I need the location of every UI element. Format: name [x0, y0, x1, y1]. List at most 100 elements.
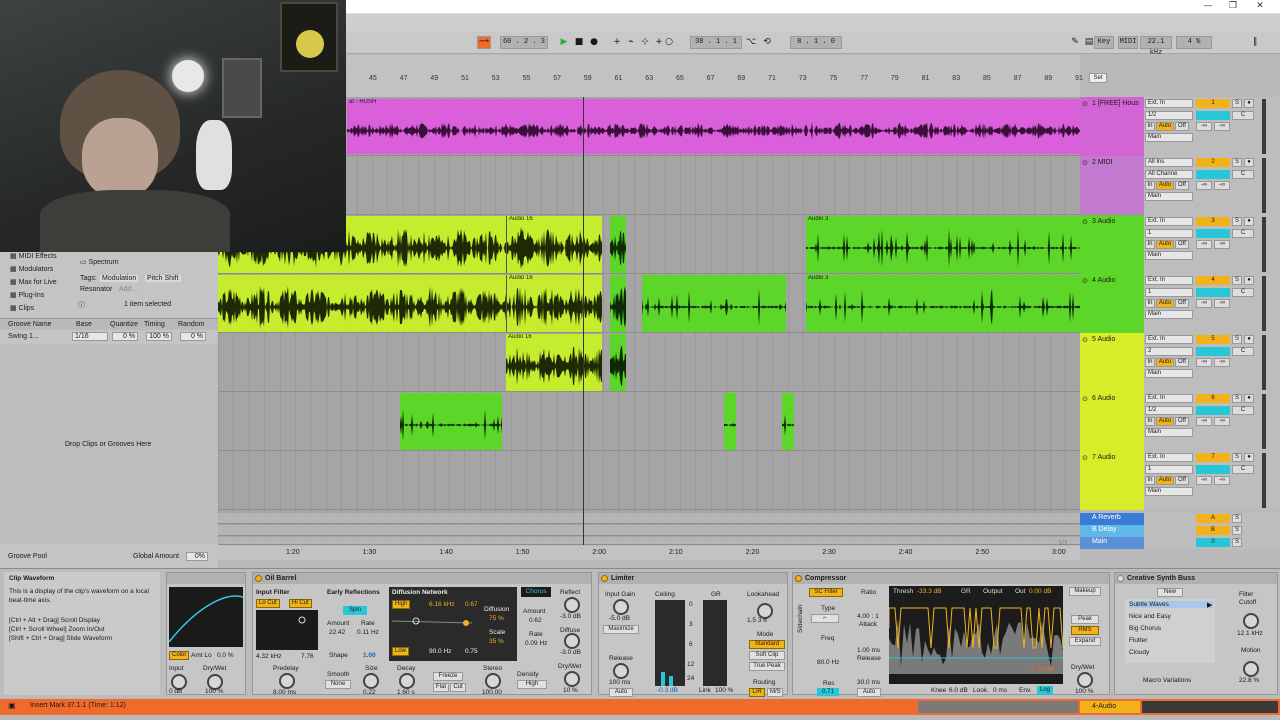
- key-map-button[interactable]: Key: [1094, 36, 1114, 49]
- track-volume[interactable]: [1196, 406, 1230, 415]
- oil-dry-wet-value[interactable]: 10 %: [563, 687, 578, 694]
- arm-button[interactable]: ●: [1244, 394, 1254, 403]
- reenable-automation-icon[interactable]: ⊹: [638, 36, 652, 49]
- spin-button[interactable]: Spin: [343, 606, 367, 615]
- knee-value[interactable]: 6.0 dB: [949, 687, 968, 694]
- track-fold-icon[interactable]: ⊙: [1082, 395, 1088, 403]
- monitor-off-button[interactable]: Off: [1175, 181, 1189, 190]
- main-lane[interactable]: [218, 537, 1080, 545]
- arm-button[interactable]: ●: [1244, 453, 1254, 462]
- pan-control[interactable]: C: [1232, 347, 1254, 356]
- track-header-4[interactable]: ⊙ 4 Audio Ext. In 1 In Auto Off Main 4 S ● C -∞ -∞: [1080, 274, 1280, 333]
- return-solo-button[interactable]: S: [1232, 538, 1242, 547]
- return-name[interactable]: B Delay: [1092, 526, 1117, 533]
- play-variation-icon[interactable]: ▶: [1207, 601, 1212, 609]
- browser-category-midi-effects[interactable]: ▦ MIDI Effects: [10, 252, 57, 260]
- diffuse-value[interactable]: -3.0 dB: [560, 649, 581, 656]
- send-a[interactable]: -∞: [1196, 299, 1212, 308]
- monitor-auto-button[interactable]: Auto: [1156, 476, 1174, 485]
- return-lane-a[interactable]: [218, 513, 1080, 524]
- return-header-1[interactable]: A Reverb A S: [1080, 513, 1280, 525]
- high-freq-value[interactable]: 6.16 kHz: [429, 601, 455, 608]
- thresh-value[interactable]: -33.3 dB: [917, 588, 942, 595]
- clip-waveform[interactable]: [782, 403, 794, 447]
- track-name-area[interactable]: ⊙ 6 Audio: [1080, 392, 1144, 451]
- track-lane-4[interactable]: Audio 16 Audio 3: [218, 274, 1080, 333]
- clip-waveform[interactable]: [507, 285, 602, 329]
- track-header-6[interactable]: ⊙ 6 Audio Ext. In 1/2 In Auto Off Main 6 S ● C -∞ -∞: [1080, 392, 1280, 451]
- device-compressor[interactable]: Compressor SC Filter Type ⌐ Freq 80.0 Hz…: [792, 572, 1110, 697]
- close-button[interactable]: ✕: [1248, 1, 1272, 13]
- input-channel-select[interactable]: 1: [1145, 288, 1193, 297]
- monitor-in-button[interactable]: In: [1145, 122, 1155, 131]
- send-b[interactable]: -∞: [1214, 122, 1230, 131]
- filter-cutoff-knob[interactable]: [1243, 613, 1259, 629]
- size-knob[interactable]: [363, 673, 379, 689]
- input-filter-display[interactable]: [256, 610, 318, 650]
- play-icon[interactable]: ▶: [557, 36, 571, 49]
- density-select[interactable]: High: [517, 680, 547, 689]
- return-name-area[interactable]: B Delay: [1080, 525, 1144, 537]
- track-lane-6[interactable]: [218, 392, 1080, 451]
- attack-value[interactable]: 1.00 ms: [857, 647, 880, 654]
- device-power-icon[interactable]: [1117, 575, 1124, 582]
- selected-track-box[interactable]: 4-Audio: [1080, 701, 1140, 713]
- automation-arm-icon[interactable]: ⌁: [624, 36, 638, 49]
- track-volume[interactable]: [1196, 347, 1230, 356]
- io-toggle-icon[interactable]: ∥: [1248, 36, 1262, 49]
- clip-waveform[interactable]: [642, 285, 786, 329]
- send-a[interactable]: -∞: [1196, 476, 1212, 485]
- shape-value[interactable]: 1.00: [363, 652, 376, 659]
- track-fold-icon[interactable]: ⊙: [1082, 159, 1088, 167]
- arm-button[interactable]: ●: [1244, 158, 1254, 167]
- input-gain-value[interactable]: -5.0 dB: [609, 615, 630, 622]
- track-lane-5[interactable]: Audio 16: [218, 333, 1080, 392]
- track-fold-icon[interactable]: ⊙: [1082, 277, 1088, 285]
- diffusion-network-panel[interactable]: Diffusion Network High 6.16 kHz 0.67 Low…: [389, 587, 517, 661]
- high-button[interactable]: High: [392, 600, 411, 609]
- browser-category-plugins[interactable]: ▦ Plug-Ins: [10, 291, 44, 299]
- monitor-auto-button[interactable]: Auto: [1156, 417, 1174, 426]
- env-value[interactable]: Log: [1037, 686, 1053, 695]
- return-activator[interactable]: 0: [1196, 538, 1230, 547]
- output-select[interactable]: Main: [1145, 310, 1193, 319]
- track-activator[interactable]: 4: [1196, 276, 1230, 285]
- return-solo-button[interactable]: S: [1232, 514, 1242, 523]
- chorus-button[interactable]: Chorus: [521, 587, 551, 597]
- track-name[interactable]: 2 MIDI: [1092, 159, 1113, 166]
- tag-resonator[interactable]: Resonator: [80, 286, 112, 293]
- minimize-button[interactable]: —: [1196, 1, 1220, 13]
- stereo-knob[interactable]: [485, 673, 501, 689]
- pan-control[interactable]: C: [1232, 406, 1254, 415]
- track-activator[interactable]: 1: [1196, 99, 1230, 108]
- decay-value[interactable]: 1.60 s: [397, 689, 415, 696]
- monitor-auto-button[interactable]: Auto: [1156, 240, 1174, 249]
- track-name[interactable]: 1 [FREE] Hous: [1092, 100, 1139, 107]
- return-name-area[interactable]: A Reverb: [1080, 513, 1144, 525]
- pan-control[interactable]: C: [1232, 170, 1254, 179]
- set-locator-button[interactable]: Set: [1089, 73, 1107, 83]
- input-type-select[interactable]: Ext. In: [1145, 335, 1193, 344]
- return-name[interactable]: A Reverb: [1092, 514, 1121, 521]
- draw-mode-icon[interactable]: ✎: [1068, 36, 1082, 49]
- track-volume[interactable]: [1196, 170, 1230, 179]
- groove-timing[interactable]: 100 %: [146, 332, 172, 341]
- track-fold-icon[interactable]: ⊙: [1082, 100, 1088, 108]
- filter-cutoff-value[interactable]: 12.1 kHz: [1237, 630, 1263, 637]
- track-activator[interactable]: 5: [1196, 335, 1230, 344]
- ceiling-value[interactable]: -0.3 dB: [657, 687, 678, 694]
- midi-map-button[interactable]: MIDI: [1118, 36, 1138, 49]
- track-name-area[interactable]: ⊙ 2 MIDI: [1080, 156, 1144, 215]
- variation-item[interactable]: Subtle Waves: [1129, 601, 1213, 608]
- eq-curve-display[interactable]: [169, 587, 243, 647]
- low-button[interactable]: Low: [392, 647, 410, 656]
- track-name-area[interactable]: ⊙ 5 Audio: [1080, 333, 1144, 392]
- clip-waveform[interactable]: [806, 226, 1080, 270]
- arm-button[interactable]: ●: [1244, 99, 1254, 108]
- clip-waveform[interactable]: [610, 344, 626, 388]
- sc-freq-value[interactable]: 80.0 Hz: [817, 659, 839, 666]
- tag-pitch-shift[interactable]: Pitch Shift: [145, 275, 181, 282]
- freeze-button[interactable]: Freeze: [433, 672, 463, 681]
- monitor-auto-button[interactable]: Auto: [1156, 299, 1174, 308]
- browser-selected-item[interactable]: ▭ Spectrum: [80, 258, 119, 266]
